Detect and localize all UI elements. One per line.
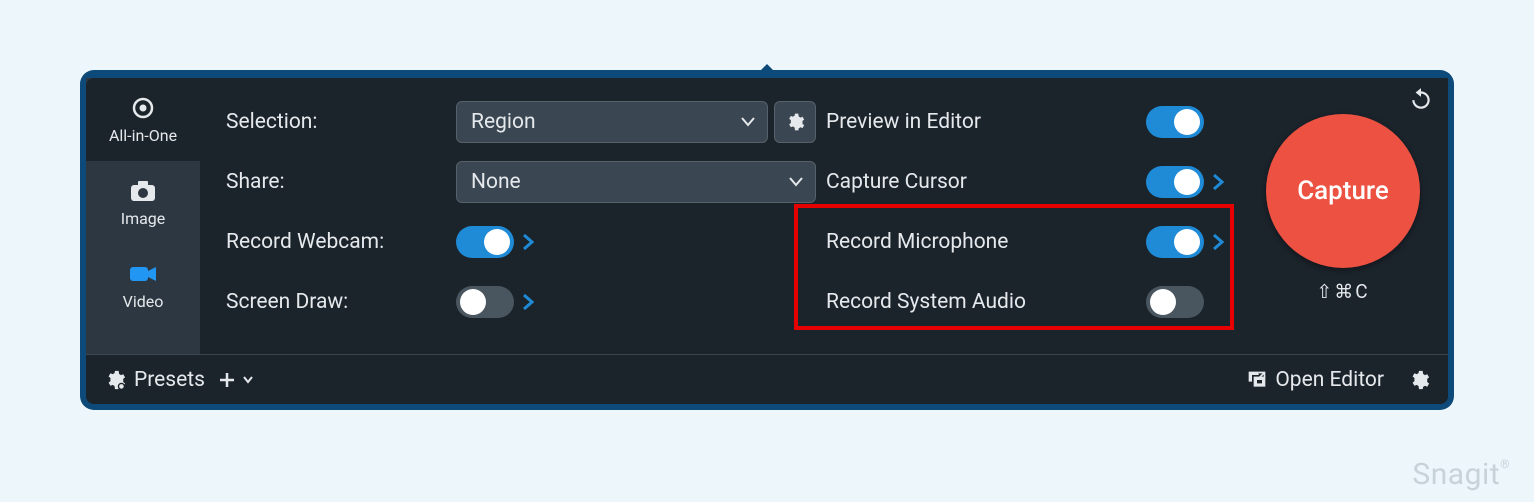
record-microphone-toggle[interactable] xyxy=(1146,226,1204,258)
record-webcam-more-button[interactable] xyxy=(522,233,534,251)
tab-label: Video xyxy=(123,292,164,311)
selection-label: Selection: xyxy=(226,110,446,134)
record-sysaudio-label: Record System Audio xyxy=(826,290,1136,314)
open-editor-button[interactable]: Open Editor xyxy=(1247,368,1384,392)
selection-dropdown[interactable]: Region xyxy=(456,101,768,143)
caret-down-icon xyxy=(789,177,803,187)
record-webcam-toggle[interactable] xyxy=(456,226,514,258)
tab-label: Image xyxy=(121,209,166,228)
capture-cursor-label: Capture Cursor xyxy=(826,170,1136,194)
record-sysaudio-toggle[interactable] xyxy=(1146,286,1204,318)
screen-draw-more-button[interactable] xyxy=(522,293,534,311)
record-webcam-label: Record Webcam: xyxy=(226,230,446,254)
circle-record-icon xyxy=(129,94,157,122)
gear-icon xyxy=(1408,369,1430,391)
footer-settings-button[interactable] xyxy=(1408,369,1430,391)
preview-label: Preview in Editor xyxy=(826,110,1136,134)
footer: Presets Open Editor xyxy=(86,354,1448,404)
capture-window: All-in-One Image Video Selection: Region xyxy=(80,70,1454,410)
tab-all-in-one[interactable]: All-in-One xyxy=(86,78,200,161)
share-dropdown[interactable]: None xyxy=(456,161,816,203)
presets-gear-icon xyxy=(104,369,126,391)
share-label: Share: xyxy=(226,170,446,194)
presets-label: Presets xyxy=(134,368,205,392)
caret-down-icon xyxy=(741,117,755,127)
capture-area: Capture ⇧⌘C xyxy=(1248,86,1438,346)
tab-image[interactable]: Image xyxy=(86,161,200,244)
capture-shortcut: ⇧⌘C xyxy=(1316,280,1369,303)
tab-video[interactable]: Video xyxy=(86,244,200,327)
share-row: None xyxy=(456,161,816,203)
caret-down-icon xyxy=(243,376,253,384)
tab-label: All-in-One xyxy=(109,126,177,145)
share-value: None xyxy=(471,170,521,194)
presets-button[interactable]: Presets xyxy=(104,368,205,392)
capture-label: Capture xyxy=(1297,176,1389,206)
selection-settings-button[interactable] xyxy=(774,101,816,143)
gear-icon xyxy=(785,112,805,132)
capture-cursor-more-button[interactable] xyxy=(1212,173,1224,191)
screen-draw-label: Screen Draw: xyxy=(226,290,446,314)
main-row: All-in-One Image Video Selection: Region xyxy=(86,78,1448,354)
watermark: Snagit® xyxy=(1412,457,1510,492)
camera-icon xyxy=(129,177,157,205)
open-editor-icon xyxy=(1247,370,1267,390)
undo-button[interactable] xyxy=(1408,86,1434,112)
screen-draw-toggle[interactable] xyxy=(456,286,514,318)
preview-toggle[interactable] xyxy=(1146,106,1204,138)
plus-icon xyxy=(219,372,235,388)
record-microphone-label: Record Microphone xyxy=(826,230,1136,254)
add-preset-button[interactable] xyxy=(219,372,253,388)
capture-button[interactable]: Capture xyxy=(1266,114,1420,268)
selection-value: Region xyxy=(471,110,536,134)
mode-sidebar: All-in-One Image Video xyxy=(86,78,200,354)
video-icon xyxy=(129,260,157,288)
settings-panel: Selection: Region Preview in Editor Shar… xyxy=(200,78,1448,354)
selection-row: Region xyxy=(456,101,816,143)
open-editor-label: Open Editor xyxy=(1275,368,1384,392)
record-microphone-more-button[interactable] xyxy=(1212,233,1224,251)
capture-cursor-toggle[interactable] xyxy=(1146,166,1204,198)
